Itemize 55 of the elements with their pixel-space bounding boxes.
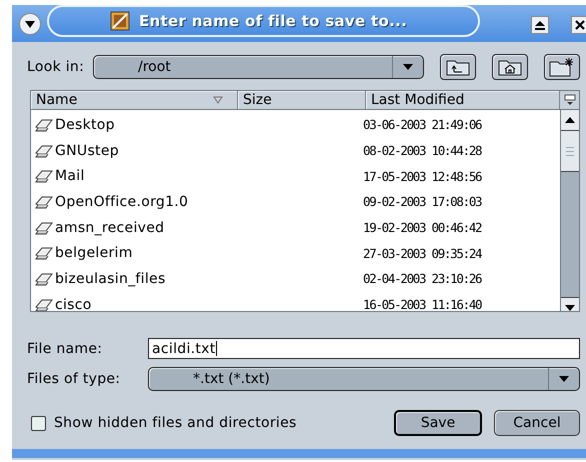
scrollbar[interactable] xyxy=(560,110,579,311)
new-folder-icon xyxy=(549,57,575,77)
file-name-cell[interactable]: GNUstep xyxy=(55,142,119,159)
folder-link-icon xyxy=(34,272,54,286)
file-type-dropdown[interactable]: *.txt (*.txt) xyxy=(148,367,580,391)
window-title: Enter name of file to save to... xyxy=(139,12,408,30)
date-cell: 09-02-2003 17:08:03 xyxy=(363,194,482,210)
folder-link-icon xyxy=(34,118,54,132)
folder-link-icon xyxy=(34,298,54,311)
new-folder-button[interactable] xyxy=(544,54,580,80)
folder-link-icon xyxy=(34,144,54,158)
folder-link-icon xyxy=(34,169,54,184)
parent-folder-button[interactable] xyxy=(440,54,476,80)
maximize-button[interactable] xyxy=(531,16,549,34)
date-cell: 19-02-2003 00:46:42 xyxy=(363,220,482,236)
folder-home-icon xyxy=(498,58,522,76)
file-name-cell[interactable]: cisco xyxy=(55,296,92,311)
column-menu-icon[interactable] xyxy=(564,94,576,106)
home-folder-button[interactable] xyxy=(492,54,528,80)
file-type-label: Files of type: xyxy=(27,371,122,387)
folder-up-icon xyxy=(446,58,470,76)
show-hidden-checkbox[interactable] xyxy=(31,416,46,430)
file-name-label: File name: xyxy=(27,340,104,356)
file-name-cell[interactable]: amsn_received xyxy=(55,220,164,236)
close-button[interactable] xyxy=(571,16,586,34)
date-cell: 17-05-2003 12:48:56 xyxy=(363,168,482,184)
date-cell: 02-04-2003 23:10:26 xyxy=(363,271,482,286)
folder-link-icon xyxy=(34,194,54,209)
file-name-cell[interactable]: Desktop xyxy=(55,116,115,133)
date-cell: 16-05-2003 11:16:40 xyxy=(363,297,482,311)
file-name-cell[interactable]: OpenOffice.org1.0 xyxy=(55,194,188,210)
dialog-button[interactable]: Cancel xyxy=(494,410,580,436)
dialog-button[interactable]: Save xyxy=(394,410,482,436)
folder-link-icon xyxy=(34,246,54,260)
look-in-dropdown[interactable]: /root xyxy=(93,55,424,79)
caret-icon xyxy=(25,20,35,28)
column-header[interactable]: Name xyxy=(31,91,238,109)
file-name-field[interactable]: acildi.txt xyxy=(148,338,580,359)
column-header[interactable]: Last Modified xyxy=(366,91,560,109)
eject-icon xyxy=(535,20,545,30)
file-name-cell[interactable]: bizeulasin_files xyxy=(55,270,166,287)
date-cell: 27-03-2003 09:35:24 xyxy=(363,246,482,261)
file-name-cell[interactable]: belgelerim xyxy=(55,245,133,262)
look-in-label: Look in: xyxy=(27,59,85,75)
scroll-up-icon[interactable] xyxy=(565,117,575,123)
scroll-down-icon[interactable] xyxy=(565,304,575,310)
show-hidden-label: Show hidden files and directories xyxy=(54,415,297,431)
date-cell: 03-06-2003 21:49:06 xyxy=(363,117,482,132)
file-name-cell[interactable]: Mail xyxy=(55,168,85,184)
close-icon xyxy=(575,20,585,30)
column-header[interactable]: Size xyxy=(238,91,366,109)
app-icon xyxy=(109,10,131,32)
folder-link-icon xyxy=(34,220,54,235)
window-menu-button[interactable] xyxy=(19,13,41,35)
date-cell: 08-02-2003 10:44:28 xyxy=(363,143,482,158)
